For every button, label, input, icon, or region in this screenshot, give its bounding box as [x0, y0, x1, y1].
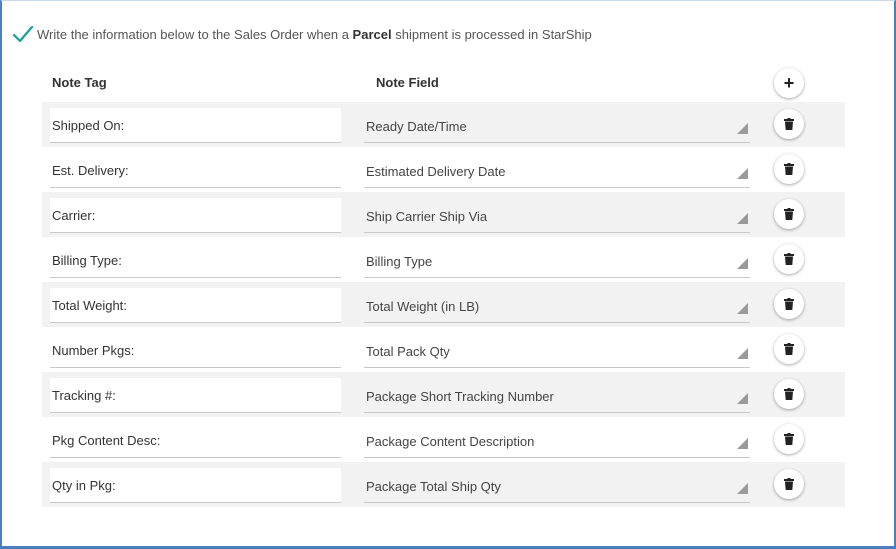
dropdown-caret-icon [737, 258, 748, 269]
delete-row-button[interactable] [774, 154, 804, 184]
list-item: Total Weight: Total Weight (in LB) [42, 282, 845, 327]
list-item: Qty in Pkg: Package Total Ship Qty [42, 462, 845, 507]
list-item: Shipped On: Ready Date/Time [42, 102, 845, 147]
trash-icon [784, 208, 794, 220]
note-field-value: Ready Date/Time [366, 119, 467, 134]
dropdown-caret-icon [737, 303, 748, 314]
note-field-select[interactable]: Billing Type [364, 243, 750, 278]
note-field-value: Package Content Description [366, 434, 535, 449]
settings-panel: Write the information below to the Sales… [0, 0, 896, 549]
trash-icon [784, 118, 794, 130]
note-tag-input[interactable]: Pkg Content Desc: [50, 423, 341, 458]
delete-row-button[interactable] [774, 109, 804, 139]
trash-icon [784, 343, 794, 355]
description-suffix: shipment is processed in StarShip [395, 26, 592, 42]
dropdown-caret-icon [737, 348, 748, 359]
dropdown-caret-icon [737, 123, 748, 134]
dropdown-caret-icon [737, 168, 748, 179]
add-row-button[interactable]: + [774, 68, 804, 98]
trash-icon [784, 253, 794, 265]
list-item: Pkg Content Desc: Package Content Descri… [42, 417, 845, 462]
column-header-note-tag: Note Tag [52, 75, 107, 90]
note-field-select[interactable]: Total Pack Qty [364, 333, 750, 368]
list-item: Tracking #: Package Short Tracking Numbe… [42, 372, 845, 417]
note-tag-input[interactable]: Tracking #: [50, 378, 341, 413]
note-field-value: Ship Carrier Ship Via [366, 209, 488, 224]
note-tag-input[interactable]: Qty in Pkg: [50, 468, 341, 503]
list-item: Carrier: Ship Carrier Ship Via [42, 192, 845, 237]
note-field-value: Package Short Tracking Number [366, 389, 554, 404]
delete-row-button[interactable] [774, 424, 804, 454]
delete-row-button[interactable] [774, 334, 804, 364]
note-tag-input[interactable]: Shipped On: [50, 108, 341, 143]
note-field-select[interactable]: Package Content Description [364, 423, 750, 458]
checkmark-icon [12, 24, 34, 44]
trash-icon [784, 478, 794, 490]
column-header-note-field: Note Field [376, 75, 439, 90]
trash-icon [784, 433, 794, 445]
note-field-select[interactable]: Ready Date/Time [364, 108, 750, 143]
note-field-select[interactable]: Package Short Tracking Number [364, 378, 750, 413]
delete-row-button[interactable] [774, 244, 804, 274]
note-tag-input[interactable]: Carrier: [50, 198, 341, 233]
note-field-select[interactable]: Estimated Delivery Date [364, 153, 750, 188]
dropdown-caret-icon [737, 213, 748, 224]
delete-row-button[interactable] [774, 289, 804, 319]
note-tag-input[interactable]: Billing Type: [50, 243, 341, 278]
dropdown-caret-icon [737, 483, 748, 494]
note-field-value: Total Pack Qty [366, 344, 450, 359]
note-mapping-list: Shipped On: Ready Date/Time Est. Deliver… [42, 102, 845, 507]
note-field-value: Package Total Ship Qty [366, 479, 501, 494]
list-item: Est. Delivery: Estimated Delivery Date [42, 147, 845, 192]
list-item: Number Pkgs: Total Pack Qty [42, 327, 845, 372]
delete-row-button[interactable] [774, 199, 804, 229]
note-field-select[interactable]: Package Total Ship Qty [364, 468, 750, 503]
description-prefix: Write the information below to the Sales… [37, 26, 349, 42]
note-tag-input[interactable]: Number Pkgs: [50, 333, 341, 368]
note-field-select[interactable]: Ship Carrier Ship Via [364, 198, 750, 233]
delete-row-button[interactable] [774, 469, 804, 499]
dropdown-caret-icon [737, 438, 748, 449]
note-tag-input[interactable]: Total Weight: [50, 288, 341, 323]
delete-row-button[interactable] [774, 379, 804, 409]
note-field-value: Billing Type [366, 254, 433, 269]
plus-icon: + [783, 72, 795, 93]
description-line: Write the information below to the Sales… [12, 23, 592, 45]
trash-icon [784, 163, 794, 175]
list-item: Billing Type: Billing Type [42, 237, 845, 282]
dropdown-caret-icon [737, 393, 748, 404]
note-tag-input[interactable]: Est. Delivery: [50, 153, 341, 188]
trash-icon [784, 298, 794, 310]
trash-icon [784, 388, 794, 400]
note-field-value: Total Weight (in LB) [366, 299, 480, 314]
description-emphasis: Parcel [352, 26, 392, 42]
note-field-value: Estimated Delivery Date [366, 164, 506, 179]
note-field-select[interactable]: Total Weight (in LB) [364, 288, 750, 323]
